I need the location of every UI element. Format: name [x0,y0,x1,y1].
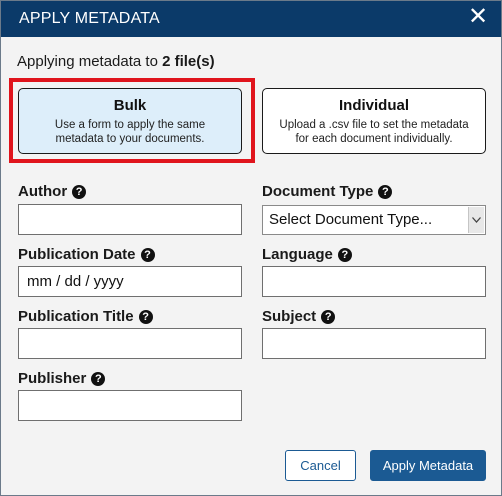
individual-mode-button[interactable]: Individual Upload a .csv file to set the… [262,88,486,154]
author-help-icon[interactable]: ? [72,185,87,199]
author-input[interactable] [18,204,242,235]
bulk-mode-description: Use a form to apply the same metadata to… [54,119,206,145]
author-label: Author? [18,183,87,200]
applying-prefix: Applying metadata to [17,53,163,70]
publisher-help-icon[interactable]: ? [91,372,106,386]
publication-title-label: Publication Title? [18,308,153,325]
publication-title-label-text: Publication Title [18,308,134,325]
cancel-button[interactable]: Cancel [285,450,356,481]
subject-label: Subject? [262,308,336,325]
language-label-text: Language [262,246,333,263]
publication-date-label-text: Publication Date [18,246,136,263]
publication-date-input[interactable]: mm / dd / yyyy [18,266,242,297]
publication-date-help-icon[interactable]: ? [140,248,155,262]
dialog-titlebar: APPLY METADATA ✕ [1,1,501,37]
language-input[interactable] [262,266,486,297]
language-label: Language? [262,246,352,263]
document-type-label: Document Type? [262,183,393,200]
chevron-down-icon [468,207,484,233]
language-help-icon[interactable]: ? [337,248,352,262]
publication-title-help-icon[interactable]: ? [138,310,153,324]
subject-help-icon[interactable]: ? [321,310,336,324]
publisher-input[interactable] [18,390,242,421]
document-type-selected-value: Select Document Type... [269,211,433,228]
document-type-label-text: Document Type [262,183,374,200]
applying-summary: Applying metadata to 2 file(s) [17,53,215,70]
apply-metadata-button[interactable]: Apply Metadata [370,450,486,481]
bulk-mode-button[interactable]: Bulk Use a form to apply the same metada… [18,88,242,154]
publisher-label: Publisher? [18,370,106,387]
subject-label-text: Subject [262,308,317,325]
publication-date-label: Publication Date? [18,246,155,263]
apply-metadata-dialog: APPLY METADATA ✕ Applying metadata to 2 … [0,0,502,496]
individual-mode-title: Individual [338,97,409,114]
document-type-select[interactable]: Select Document Type... [262,205,486,235]
close-icon[interactable]: ✕ [465,4,491,30]
author-label-text: Author [18,183,68,200]
subject-input[interactable] [262,328,486,359]
bulk-mode-title: Bulk [113,97,147,114]
publication-date-placeholder: mm / dd / yyyy [27,273,124,290]
document-type-help-icon[interactable]: ? [378,185,393,199]
dialog-title: APPLY METADATA [19,10,160,27]
publication-title-input[interactable] [18,328,242,359]
file-count: 2 file(s) [162,53,215,70]
publisher-label-text: Publisher [18,370,87,387]
individual-mode-description: Upload a .csv file to set the metadata f… [279,119,469,145]
